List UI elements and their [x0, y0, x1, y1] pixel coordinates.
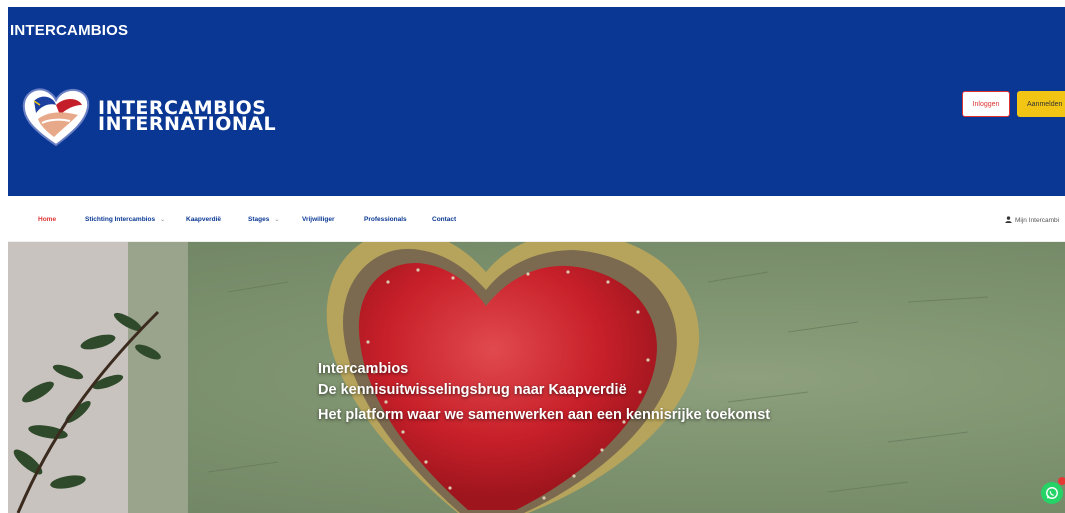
notification-badge	[1058, 477, 1065, 485]
nav-label: Home	[38, 216, 57, 223]
nav-label: Professionals	[364, 216, 407, 223]
register-button[interactable]: Aanmelden	[1017, 91, 1065, 117]
nav-label: Stichting Intercambios	[85, 216, 156, 223]
site-title[interactable]: INTERCAMBIOS	[10, 22, 128, 39]
logo-line-2: INTERNATIONAL	[98, 113, 277, 135]
nav-label: Kaapverdië	[186, 216, 222, 223]
hero-banner: Intercambios De kennisuitwisselingsbrug …	[8, 242, 1065, 513]
left-margin	[0, 0, 8, 513]
nav-item-vrijwilliger[interactable]: Vrijwilliger	[302, 216, 335, 223]
site-logo[interactable]: INTERCAMBIOS INTERNATIONAL	[20, 85, 276, 149]
hero-background-image	[8, 242, 989, 513]
main-nav: Home Stichting Intercambios ⌄ Kaapverdië …	[8, 196, 1065, 242]
nav-label: Stages	[248, 216, 270, 223]
hero-subheading: De kennisuitwisselingsbrug naar Kaapverd…	[318, 382, 627, 398]
account-link[interactable]: Mijn Intercambi	[1005, 216, 1059, 224]
heart-logo-icon	[22, 88, 90, 147]
chevron-down-icon: ⌄	[274, 217, 280, 223]
nav-item-kaapverdie[interactable]: Kaapverdië	[186, 216, 221, 223]
hero-heading: Intercambios	[318, 361, 409, 377]
whatsapp-chat-button[interactable]	[1041, 482, 1063, 504]
user-icon	[1005, 216, 1012, 223]
whatsapp-icon	[1046, 487, 1058, 499]
nav-item-contact[interactable]: Contact	[432, 216, 456, 223]
hero-tagline: Het platform waar we samenwerken aan een…	[318, 407, 771, 423]
nav-label: Contact	[432, 216, 457, 223]
page: INTERCAMBIOS INTERCAMBIOS INTERNATIONAL …	[0, 0, 1065, 513]
nav-item-stages[interactable]: Stages ⌄	[248, 216, 279, 223]
chevron-down-icon: ⌄	[160, 217, 166, 223]
nav-item-stichting[interactable]: Stichting Intercambios ⌄	[85, 216, 165, 223]
account-label: Mijn Intercambi	[1015, 217, 1060, 224]
site-header: INTERCAMBIOS INTERCAMBIOS INTERNATIONAL …	[8, 7, 1065, 196]
login-button[interactable]: Inloggen	[962, 91, 1010, 117]
nav-label: Vrijwilliger	[302, 216, 335, 223]
logo-wordmark: INTERCAMBIOS INTERNATIONAL	[98, 99, 277, 135]
nav-item-home[interactable]: Home	[38, 216, 56, 223]
nav-item-professionals[interactable]: Professionals	[364, 216, 407, 223]
